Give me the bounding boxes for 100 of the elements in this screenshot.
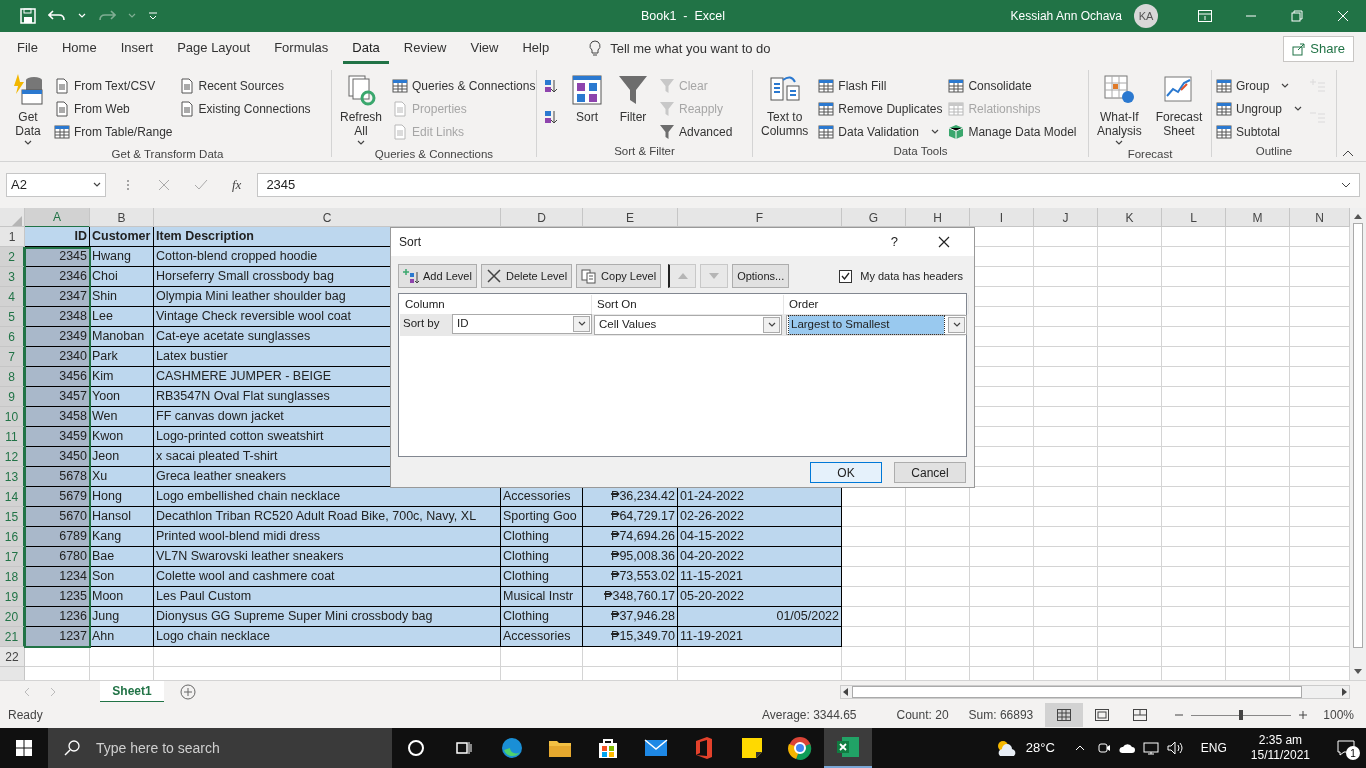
column-header[interactable]: L bbox=[1162, 208, 1226, 228]
language-indicator[interactable]: ENG bbox=[1200, 739, 1227, 757]
table-cell: Hansol bbox=[90, 507, 154, 527]
ribbon-button[interactable]: From Text/CSV bbox=[54, 74, 173, 97]
view-button[interactable] bbox=[1045, 703, 1084, 727]
row-header[interactable]: 4 bbox=[0, 287, 25, 307]
menu-tab[interactable]: Home bbox=[52, 34, 106, 64]
row-header[interactable]: 13 bbox=[0, 467, 25, 487]
checkbox[interactable] bbox=[839, 269, 853, 283]
ribbon-button[interactable]: Group bbox=[1216, 74, 1303, 97]
menu-tab[interactable]: View bbox=[461, 34, 508, 64]
row-header[interactable]: 22 bbox=[0, 647, 25, 667]
column-header[interactable]: M bbox=[1226, 208, 1290, 228]
clock-date[interactable]: 15/11/2021 bbox=[1250, 748, 1310, 763]
ok-button[interactable]: OK bbox=[810, 462, 882, 483]
grid-cell bbox=[970, 627, 1034, 647]
dialog-button[interactable]: Delete Level bbox=[480, 264, 573, 288]
sheet-tab[interactable]: Sheet1 bbox=[100, 680, 164, 703]
ribbon-button[interactable]: Refresh All bbox=[336, 74, 387, 146]
ribbon-button[interactable]: What-If Analysis bbox=[1093, 74, 1146, 146]
row-header[interactable]: 9 bbox=[0, 387, 25, 407]
row-header[interactable]: 21 bbox=[0, 627, 25, 647]
share-button[interactable]: Share bbox=[1283, 36, 1354, 62]
row-header[interactable]: 19 bbox=[0, 587, 25, 607]
notification-button[interactable]: 1 bbox=[1326, 728, 1366, 768]
user-avatar[interactable]: KA bbox=[1134, 4, 1158, 28]
row-header[interactable]: 17 bbox=[0, 547, 25, 567]
ribbon-button[interactable]: Filter bbox=[613, 74, 653, 124]
temperature[interactable]: 28°C bbox=[1025, 738, 1055, 758]
dialog-button[interactable]: Options... bbox=[732, 264, 790, 288]
row-header[interactable]: 10 bbox=[0, 407, 25, 427]
grid-cell bbox=[1226, 327, 1290, 347]
row-header[interactable]: 1 bbox=[0, 227, 25, 247]
close-button[interactable] bbox=[938, 236, 950, 248]
cancel-button[interactable]: Cancel bbox=[894, 462, 966, 483]
ribbon-button[interactable]: Get Data bbox=[8, 74, 48, 146]
column-header[interactable]: K bbox=[1098, 208, 1162, 228]
vertical-scrollbar[interactable] bbox=[1350, 208, 1366, 680]
menu-tab[interactable]: Insert bbox=[111, 34, 163, 64]
search-field[interactable]: Type here to search bbox=[48, 728, 392, 768]
row-header[interactable]: 5 bbox=[0, 307, 25, 327]
ribbon-button[interactable]: Subtotal bbox=[1216, 120, 1303, 143]
row-header[interactable]: 18 bbox=[0, 567, 25, 587]
ribbon-button[interactable]: Flash Fill bbox=[818, 74, 943, 97]
ribbon-button[interactable]: Forecast Sheet bbox=[1151, 74, 1207, 138]
tell-me-field[interactable]: Tell me what you want to do bbox=[610, 39, 771, 59]
zoom-slider[interactable] bbox=[1191, 710, 1292, 720]
row-header[interactable]: 3 bbox=[0, 267, 25, 287]
ribbon-button[interactable]: Sort bbox=[567, 74, 607, 124]
help-button[interactable]: ? bbox=[890, 232, 898, 252]
row-header[interactable]: 15 bbox=[0, 507, 25, 527]
ribbon-button[interactable]: Ungroup bbox=[1216, 97, 1303, 120]
column-header[interactable]: J bbox=[1034, 208, 1098, 228]
formula-field[interactable]: 2345 bbox=[257, 173, 1360, 197]
table-cell: ₱15,349.70 bbox=[583, 627, 678, 647]
menu-tab[interactable]: File bbox=[8, 34, 47, 64]
ribbon-button[interactable]: Manage Data Model bbox=[948, 120, 1077, 143]
ribbon-button[interactable]: Consolidate bbox=[948, 74, 1077, 97]
row-header[interactable]: 12 bbox=[0, 447, 25, 467]
ribbon-button[interactable]: From Table/Range bbox=[54, 120, 173, 143]
row-header[interactable]: 7 bbox=[0, 347, 25, 367]
table-cell: 2347 bbox=[25, 287, 90, 307]
clock-time[interactable]: 2:35 am bbox=[1258, 733, 1303, 748]
row-header[interactable]: 14 bbox=[0, 487, 25, 507]
ribbon-button[interactable]: Existing Connections bbox=[178, 97, 311, 120]
menu-tab[interactable]: Help bbox=[513, 34, 559, 64]
share-icon bbox=[1292, 42, 1307, 56]
menu-tab[interactable]: Formulas bbox=[265, 34, 338, 64]
grid-cell bbox=[90, 647, 154, 667]
grid-cell bbox=[1098, 627, 1162, 647]
add-sheet-button[interactable] bbox=[180, 683, 196, 700]
slider-thumb[interactable] bbox=[1239, 710, 1244, 720]
ribbon-button[interactable]: Recent Sources bbox=[178, 74, 311, 97]
menu-tab[interactable]: Page Layout bbox=[168, 34, 260, 64]
ribbon-button[interactable]: Data Validation bbox=[818, 120, 943, 143]
function-button[interactable]: fx bbox=[232, 175, 242, 195]
ribbon-button[interactable]: Text to Columns bbox=[757, 74, 813, 138]
ribbon-button[interactable]: From Web bbox=[54, 97, 173, 120]
menu-tab[interactable]: Review bbox=[394, 34, 456, 64]
column-header[interactable]: A bbox=[25, 208, 90, 228]
dropdown-field[interactable]: Largest to Smallest bbox=[786, 315, 967, 335]
dialog-button[interactable]: Add Level bbox=[398, 264, 477, 288]
grid-cell bbox=[1162, 347, 1226, 367]
row-header[interactable]: 8 bbox=[0, 367, 25, 387]
row-header[interactable]: 2 bbox=[0, 247, 25, 267]
row-header[interactable]: 20 bbox=[0, 607, 25, 627]
name-box[interactable]: A2 bbox=[6, 173, 106, 197]
dialog-button[interactable]: Copy Level bbox=[576, 264, 662, 288]
row-header[interactable]: 16 bbox=[0, 527, 25, 547]
table-cell: ₱37,946.28 bbox=[583, 607, 678, 627]
ribbon-button[interactable]: Advanced bbox=[659, 120, 733, 143]
zoom-level[interactable]: 100% bbox=[1323, 706, 1354, 724]
horizontal-scrollbar[interactable] bbox=[840, 684, 1350, 699]
ribbon-button[interactable]: Queries & Connections bbox=[392, 74, 536, 97]
caret-icon bbox=[93, 182, 101, 188]
dropdown-field[interactable]: Cell Values bbox=[594, 315, 782, 335]
row-header[interactable]: 11 bbox=[0, 427, 25, 447]
ribbon-button[interactable]: Remove Duplicates bbox=[818, 97, 943, 120]
dropdown-field[interactable]: ID bbox=[452, 314, 592, 334]
row-header[interactable]: 6 bbox=[0, 327, 25, 347]
